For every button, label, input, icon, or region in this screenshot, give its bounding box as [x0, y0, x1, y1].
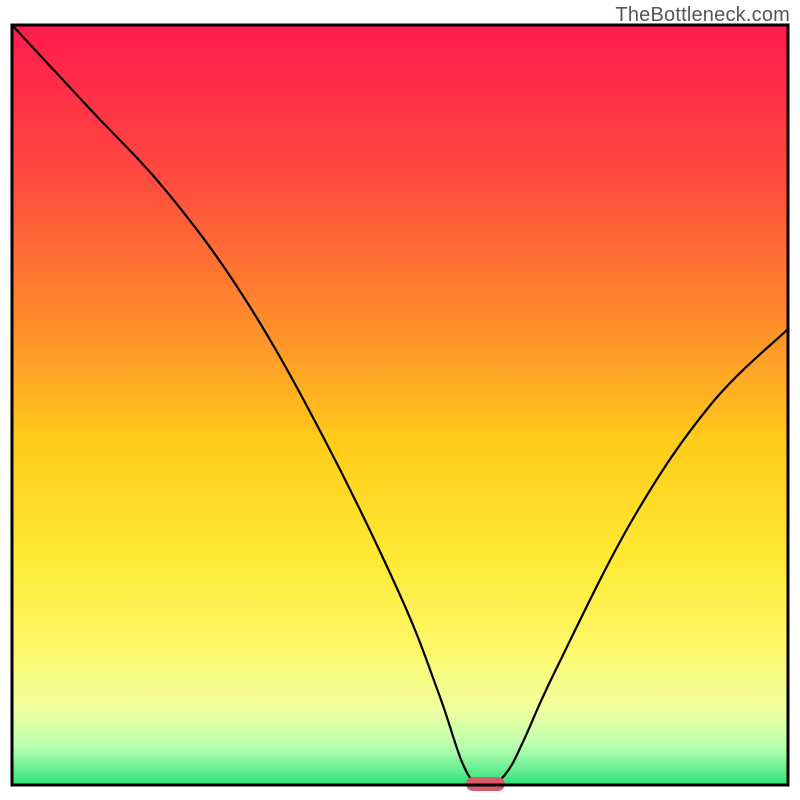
watermark-label: TheBottleneck.com — [615, 4, 790, 27]
bottleneck-chart — [0, 0, 800, 800]
chart-container: TheBottleneck.com — [0, 0, 800, 800]
chart-background — [12, 25, 788, 785]
